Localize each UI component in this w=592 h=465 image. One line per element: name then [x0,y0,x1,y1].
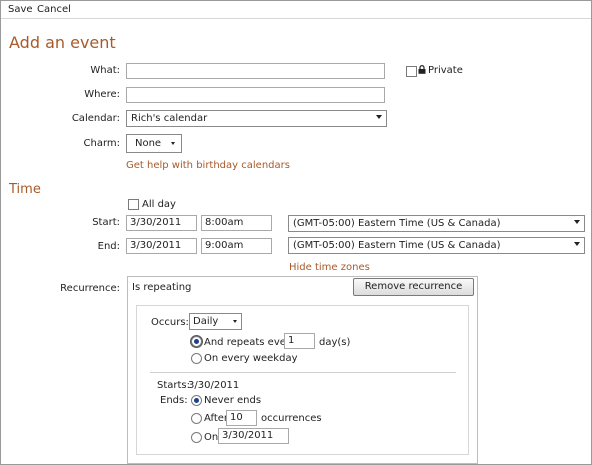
repeats-every-input[interactable]: 1 [284,333,315,349]
never-ends-label: Never ends [204,395,262,406]
on-label: On [204,432,219,443]
ends-label: Ends: [160,395,188,406]
start-timezone-select[interactable]: (GMT-05:00) Eastern Time (US & Canada) [288,215,585,232]
private-label: Private [428,65,463,76]
chevron-down-icon [574,242,580,246]
charm-select[interactable]: None [126,134,182,153]
every-weekday-label: On every weekday [204,353,298,364]
after-occurrences-radio[interactable] [191,413,202,424]
recurrence-label: Recurrence: [60,283,120,294]
calendar-select[interactable]: Rich's calendar [126,110,387,127]
end-timezone-value: (GMT-05:00) Eastern Time (US & Canada) [293,240,501,251]
occurs-value: Daily [193,316,219,327]
starts-label: Starts: [157,380,191,391]
recurrence-divider [150,372,456,373]
repeats-every-radio[interactable] [191,336,202,347]
every-weekday-radio[interactable] [191,353,202,364]
end-label: End: [97,241,120,252]
cancel-button[interactable]: Cancel [37,4,71,15]
toolbar-divider [1,18,591,19]
what-input[interactable] [126,63,385,79]
where-label: Where: [84,89,120,100]
private-checkbox[interactable] [406,66,417,77]
all-day-label: All day [142,199,176,210]
end-time-input[interactable]: 9:00am [201,238,272,254]
time-section-title: Time [9,182,41,197]
chevron-down-icon [171,142,175,145]
start-date-input[interactable]: 3/30/2011 [126,215,197,231]
chevron-down-icon [233,320,237,323]
hide-time-zones-link[interactable]: Hide time zones [289,262,370,273]
repeats-every-label: And repeats every [204,337,296,348]
charm-value: None [135,138,162,149]
all-day-checkbox[interactable] [128,199,139,210]
birthday-help-link[interactable]: Get help with birthday calendars [126,160,290,171]
calendar-value: Rich's calendar [131,113,208,124]
start-timezone-value: (GMT-05:00) Eastern Time (US & Canada) [293,218,501,229]
occurs-select[interactable]: Daily [189,313,242,330]
occurrences-label: occurrences [261,413,322,424]
occurs-label: Occurs: [151,317,189,328]
lock-icon [418,65,426,74]
where-input[interactable] [126,87,385,103]
what-label: What: [90,65,120,76]
start-time-input[interactable]: 8:00am [201,215,272,231]
end-timezone-select[interactable]: (GMT-05:00) Eastern Time (US & Canada) [288,237,585,254]
chevron-down-icon [574,220,580,224]
starts-value: 3/30/2011 [188,380,240,391]
save-button[interactable]: Save [8,4,33,15]
after-occurrences-input[interactable]: 10 [226,410,257,426]
recurrence-status: Is repeating [132,282,192,293]
never-ends-radio[interactable] [191,395,202,406]
start-label: Start: [92,217,120,228]
chevron-down-icon [376,115,382,119]
remove-recurrence-button[interactable]: Remove recurrence [353,278,474,296]
private-option: Private [418,65,463,76]
end-on-date-input[interactable]: 3/30/2011 [218,428,289,444]
charm-label: Charm: [83,138,121,149]
end-date-input[interactable]: 3/30/2011 [126,238,197,254]
end-on-date-radio[interactable] [191,432,202,443]
page-title: Add an event [9,33,116,52]
calendar-label: Calendar: [71,113,120,124]
repeats-unit-label: day(s) [319,337,351,348]
after-label: After [204,413,229,424]
